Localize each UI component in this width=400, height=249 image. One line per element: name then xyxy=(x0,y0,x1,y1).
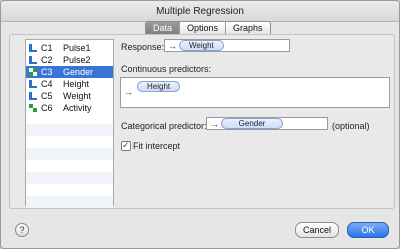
arrow-icon: → xyxy=(124,87,133,97)
variable-name: Gender xyxy=(63,67,94,77)
list-stripe xyxy=(26,148,113,160)
categorical-variable-icon xyxy=(29,68,37,76)
continuous-predictors-field[interactable]: → Height xyxy=(120,77,390,108)
variable-name: Activity xyxy=(63,103,92,113)
response-field[interactable]: → Weight xyxy=(164,39,290,52)
continuous-predictor-chip[interactable]: Height xyxy=(137,81,181,92)
list-stripe xyxy=(26,172,113,184)
variable-list[interactable]: C1 Pulse1 C2 Pulse2 C3 Gender C4 Height … xyxy=(25,39,114,208)
continuous-variable-icon xyxy=(29,56,37,64)
window-title: Multiple Regression xyxy=(156,6,244,17)
arrow-icon: → xyxy=(210,119,219,129)
variable-name: Height xyxy=(63,79,90,89)
fit-intercept-checkbox[interactable]: ✓ xyxy=(121,140,131,151)
continuous-variable-icon xyxy=(29,44,37,52)
cancel-button[interactable]: Cancel xyxy=(295,222,339,238)
list-stripe xyxy=(26,124,113,136)
checkmark-icon: ✓ xyxy=(122,140,130,150)
categorical-variable-icon xyxy=(29,104,37,112)
variable-row-c1[interactable]: C1 Pulse1 xyxy=(26,42,113,54)
variable-id: C2 xyxy=(41,55,53,65)
variable-id: C3 xyxy=(41,67,53,77)
variable-id: C4 xyxy=(41,79,53,89)
response-label: Response: xyxy=(121,42,165,52)
variable-name: Pulse2 xyxy=(63,55,91,65)
variable-row-c4[interactable]: C4 Height xyxy=(26,78,113,90)
variable-id: C5 xyxy=(41,91,53,101)
ok-button[interactable]: OK xyxy=(347,222,389,238)
variable-id: C1 xyxy=(41,43,53,53)
variable-name: Pulse1 xyxy=(63,43,91,53)
list-stripe xyxy=(26,196,113,208)
variable-id: C6 xyxy=(41,103,53,113)
continuous-predictors-label: Continuous predictors: xyxy=(121,64,212,74)
continuous-variable-icon xyxy=(29,92,37,100)
categorical-predictor-label: Categorical predictor: xyxy=(121,121,207,131)
optional-label: (optional) xyxy=(332,121,370,131)
variable-name: Weight xyxy=(63,91,91,101)
arrow-icon: → xyxy=(168,41,177,51)
titlebar: Multiple Regression xyxy=(1,1,399,22)
categorical-predictor-field[interactable]: → Gender xyxy=(206,117,328,130)
variable-row-c3[interactable]: C3 Gender xyxy=(26,66,113,78)
help-button[interactable]: ? xyxy=(15,223,29,237)
response-variable-chip[interactable]: Weight xyxy=(179,40,224,51)
variable-row-c5[interactable]: C5 Weight xyxy=(26,90,113,102)
dialog-window: Multiple Regression Data Options Graphs … xyxy=(0,0,400,249)
fit-intercept-label: Fit intercept xyxy=(133,141,181,151)
continuous-variable-icon xyxy=(29,80,37,88)
variable-row-c2[interactable]: C2 Pulse2 xyxy=(26,54,113,66)
categorical-variable-chip[interactable]: Gender xyxy=(221,118,283,129)
variable-row-c6[interactable]: C6 Activity xyxy=(26,102,113,114)
